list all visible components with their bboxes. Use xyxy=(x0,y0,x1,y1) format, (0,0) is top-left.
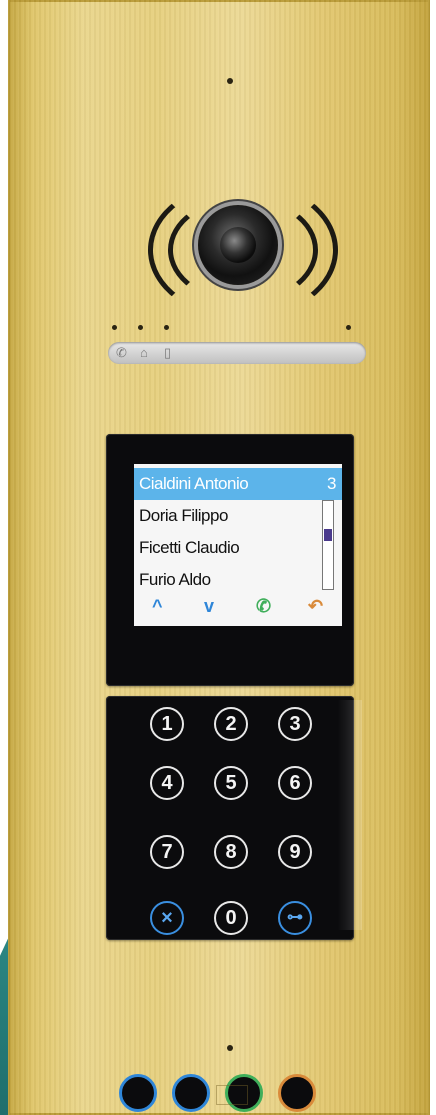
cancel-icon[interactable]: × xyxy=(150,901,184,935)
down-arrow-icon: v xyxy=(204,596,215,616)
directory-entry[interactable]: Ficetti Claudio xyxy=(134,532,329,564)
entry-name: Cialdini Antonio xyxy=(139,474,249,493)
microphone-hole xyxy=(227,1045,233,1051)
key-9[interactable]: 9 xyxy=(278,835,312,869)
lcd-screen: Cialdini Antonio 3 Doria Filippo Ficetti… xyxy=(134,464,342,626)
keypad-module: 1 2 3 4 5 6 7 8 9 × 0 ⊶ xyxy=(106,696,354,940)
entry-count: 3 xyxy=(327,474,336,493)
return-arrow-icon: ↶ xyxy=(308,596,324,616)
key-0[interactable]: 0 xyxy=(214,901,248,935)
door-panel: ✆ ⌂ ▯ Cialdini Antonio 3 Doria Filippo F… xyxy=(8,0,430,1115)
lcd-nav-bar: ^ v ✆ ↶ xyxy=(134,592,342,626)
entry-name: Doria Filippo xyxy=(139,506,228,525)
directory-entry-selected[interactable]: Cialdini Antonio 3 xyxy=(134,468,342,500)
nav-down-button[interactable] xyxy=(172,1074,210,1112)
key-4[interactable]: 4 xyxy=(150,766,184,800)
phone-icon: ✆ xyxy=(256,596,272,616)
camera-icon xyxy=(198,205,278,285)
key-3[interactable]: 3 xyxy=(278,707,312,741)
door-icon: ⌂ xyxy=(140,345,148,360)
key-6[interactable]: 6 xyxy=(278,766,312,800)
handset-icon: ✆ xyxy=(116,345,127,360)
key-1[interactable]: 1 xyxy=(150,707,184,741)
nav-up-button[interactable] xyxy=(119,1074,157,1112)
indicator-led xyxy=(164,325,169,330)
microphone-hole xyxy=(227,78,233,84)
back-button[interactable] xyxy=(278,1074,316,1112)
key-2[interactable]: 2 xyxy=(214,707,248,741)
key-icon[interactable]: ⊶ xyxy=(278,901,312,935)
key-5[interactable]: 5 xyxy=(214,766,248,800)
up-arrow-icon: ^ xyxy=(152,596,163,616)
entry-name: Furio Aldo xyxy=(139,570,211,589)
indicator-led xyxy=(138,325,143,330)
status-indicator-bar: ✆ ⌂ ▯ xyxy=(108,342,366,364)
indicator-led xyxy=(346,325,351,330)
brand-logo xyxy=(216,1085,248,1105)
key-7[interactable]: 7 xyxy=(150,835,184,869)
entry-name: Ficetti Claudio xyxy=(139,538,240,557)
scrollbar[interactable] xyxy=(322,500,334,590)
speaker-icon: ▯ xyxy=(164,345,172,360)
directory-entry[interactable]: Doria Filippo xyxy=(134,500,329,532)
key-8[interactable]: 8 xyxy=(214,835,248,869)
indicator-led xyxy=(112,325,117,330)
scrollbar-thumb[interactable] xyxy=(324,529,332,541)
